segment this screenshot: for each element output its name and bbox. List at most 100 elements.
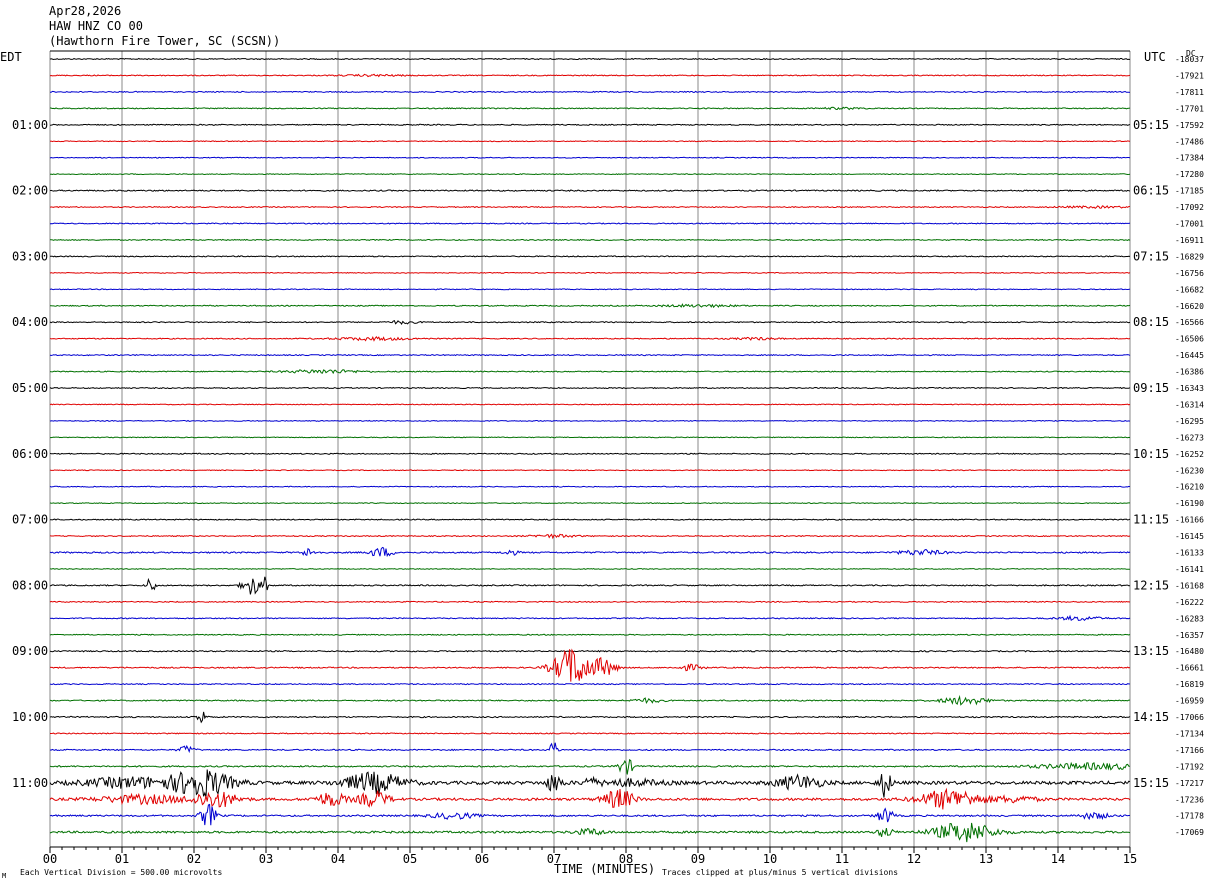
trace-line: [49, 633, 1131, 636]
trace-line: [50, 732, 1131, 735]
dc-offset-label: -16133: [1175, 549, 1204, 558]
left-hour-label: 01:00: [12, 118, 48, 132]
right-hour-label: 12:15: [1133, 578, 1169, 592]
trace-line: [49, 288, 1131, 291]
trace-line: [49, 320, 1131, 325]
helicorder-plot: EDT UTC DC 01:0002:0003:0004:0005:0006:0…: [0, 49, 1204, 880]
trace-line: [49, 769, 1131, 798]
scale-note: Each Vertical Division = 500.00 microvol…: [20, 868, 222, 877]
right-hour-label: 15:15: [1133, 776, 1169, 790]
left-hour-label: 04:00: [12, 315, 48, 329]
trace-line: [49, 742, 1131, 754]
trace-line: [49, 106, 1131, 111]
clip-note: Traces clipped at plus/minus 5 vertical …: [662, 868, 898, 877]
left-hour-label: 06:00: [12, 447, 48, 461]
dc-offset-label: -17217: [1175, 779, 1204, 788]
left-hour-label: 08:00: [12, 578, 48, 592]
x-tick-label: 04: [331, 852, 345, 866]
dc-offset-label: -17069: [1175, 828, 1204, 837]
left-timezone-label: EDT: [0, 50, 22, 64]
trace-line: [49, 803, 1131, 826]
trace-line: [50, 436, 1131, 439]
dc-offset-label: -16190: [1175, 499, 1204, 508]
trace-line: [49, 682, 1131, 686]
dc-offset-label: -16756: [1175, 269, 1204, 278]
left-hour-label: 05:00: [12, 381, 48, 395]
trace-line: [49, 614, 1131, 622]
dc-offset-label: -16661: [1175, 664, 1204, 673]
trace-line: [49, 140, 1131, 143]
trace-line: [49, 694, 1130, 706]
trace-line: [49, 600, 1131, 603]
dc-offset-label: -16682: [1175, 285, 1204, 294]
dc-offset-label: -16295: [1175, 417, 1204, 426]
trace-line: [49, 73, 1131, 78]
left-hour-label: 11:00: [12, 776, 48, 790]
trace-line: [49, 452, 1131, 455]
dc-offset-label: -17001: [1175, 220, 1204, 229]
trace-line: [49, 123, 1131, 126]
x-tick-label: 15: [1123, 852, 1137, 866]
dc-offset-label: -16252: [1175, 450, 1204, 459]
dc-offset-label: -17192: [1175, 762, 1204, 771]
dc-offset-label: -16445: [1175, 351, 1204, 360]
dc-offset-label: -16506: [1175, 335, 1204, 344]
trace-line: [49, 485, 1131, 488]
right-hour-label: 13:15: [1133, 644, 1169, 658]
x-tick-label: 03: [259, 852, 273, 866]
trace-line: [49, 568, 1130, 570]
right-hour-label: 06:15: [1133, 184, 1169, 198]
dc-offset-label: -17236: [1175, 795, 1204, 804]
left-hour-label: 09:00: [12, 644, 48, 658]
dc-offset-label: -17178: [1175, 812, 1204, 821]
dc-offset-label: -16210: [1175, 483, 1204, 492]
trace-line: [49, 649, 1131, 653]
trace-line: [49, 156, 1131, 159]
trace-line: [49, 386, 1131, 390]
dc-offset-label: -16386: [1175, 368, 1204, 377]
dc-offset-label: -16314: [1175, 400, 1204, 409]
dc-offset-label: -16819: [1175, 680, 1204, 689]
trace-line: [49, 711, 1131, 724]
time-labels: 01:00 02:00 03:00 04:00 05:00 06:00 07:00 08:00…: [12, 55, 1204, 837]
x-tick-label: 12: [907, 852, 921, 866]
trace-line: [49, 502, 1130, 505]
trace-line: [49, 403, 1131, 406]
dc-offset-label: -16620: [1175, 302, 1204, 311]
trace-line: [49, 576, 1130, 595]
dc-offset-label: -17811: [1175, 88, 1204, 97]
trace-line: [49, 787, 1131, 810]
dc-offset-label: -17592: [1175, 121, 1204, 130]
dc-offset-label: -16168: [1175, 581, 1204, 590]
left-hour-label: 03:00: [12, 249, 48, 263]
trace-line: [49, 303, 1131, 309]
right-hour-label: 05:15: [1133, 118, 1169, 132]
traces: [49, 57, 1131, 843]
dc-offset-label: -16357: [1175, 631, 1204, 640]
dc-offset-label: -16166: [1175, 516, 1204, 525]
trace-line: [49, 546, 1131, 558]
x-tick-label: 14: [1051, 852, 1065, 866]
trace-line: [49, 222, 1131, 225]
trace-line: [49, 57, 1131, 61]
trace-line: [49, 205, 1131, 209]
dc-offset-label: -17280: [1175, 170, 1204, 179]
left-hour-label: 10:00: [12, 710, 48, 724]
dc-offset-label: -16343: [1175, 384, 1204, 393]
dc-offset-label: -16273: [1175, 433, 1204, 442]
corner-mark: M: [2, 872, 6, 880]
dc-offset-label: -16141: [1175, 565, 1204, 574]
dc-offset-label: -16145: [1175, 532, 1204, 541]
dc-offset-label: -17092: [1175, 203, 1204, 212]
x-axis-label: TIME (MINUTES): [554, 862, 655, 876]
dc-offset-label: -17701: [1175, 104, 1204, 113]
right-hour-label: 08:15: [1133, 315, 1169, 329]
x-tick-label: 05: [403, 852, 417, 866]
left-hour-label: 02:00: [12, 184, 48, 198]
dc-offset-label: -16959: [1175, 697, 1204, 706]
trace-line: [49, 469, 1131, 472]
dc-offset-label: -16283: [1175, 614, 1204, 623]
trace-line: [49, 353, 1131, 357]
x-tick-label: 02: [187, 852, 201, 866]
x-tick-label: 09: [691, 852, 705, 866]
